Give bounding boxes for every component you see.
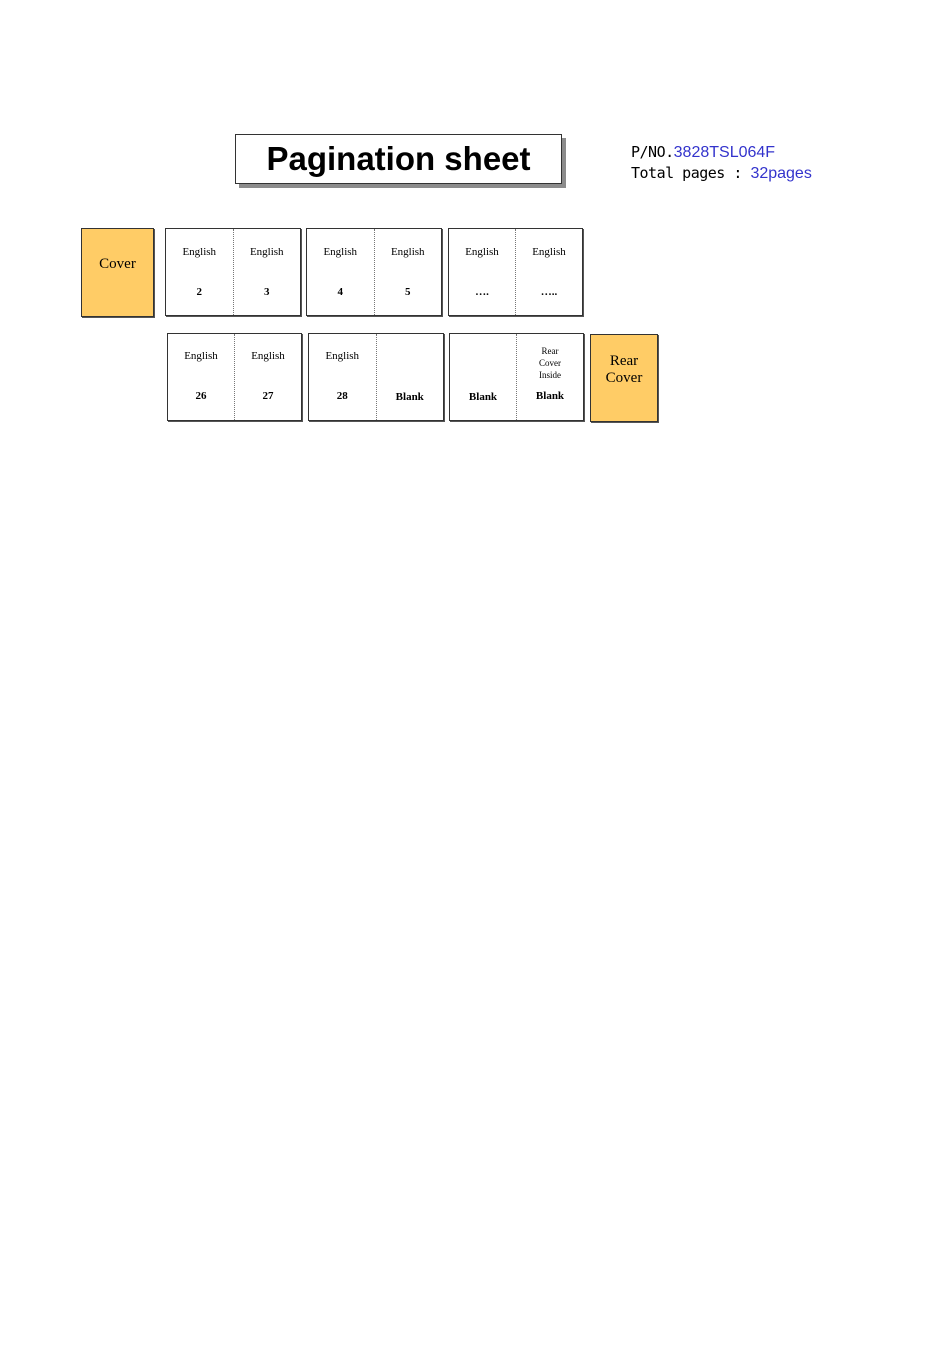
page-language: English (323, 246, 358, 258)
page-blank: Blank (450, 334, 516, 420)
page-language: English (465, 246, 499, 258)
page-language: English (249, 246, 284, 258)
document-meta: P/NO.3828TSL064F Total pages : 32pages (631, 142, 812, 184)
rear-cover: Rear Cover (590, 334, 658, 422)
page-blank: Blank (375, 334, 444, 420)
note-line: Inside (539, 370, 561, 380)
page-ellipsis-left: English …. (449, 229, 515, 315)
page-language: English (184, 350, 218, 362)
page-28: English 28 (309, 334, 376, 420)
front-cover: Cover (81, 228, 154, 317)
rear-cover-inside-label: Rear Cover Inside (517, 345, 583, 381)
spread-pages-ellipsis: English …. English ….. (448, 228, 583, 316)
page-language: English (325, 350, 360, 362)
note-line: Cover (539, 358, 561, 368)
page-language: English (251, 350, 285, 362)
page-number: 4 (337, 286, 344, 298)
page-number: Blank (535, 390, 565, 402)
page-ellipsis-right: English ….. (515, 229, 582, 315)
page-26: English 26 (168, 334, 234, 420)
page-rear-cover-inside: Rear Cover Inside Blank (516, 334, 583, 420)
spread-blank-rear-cover-inside: Blank Rear Cover Inside Blank (449, 333, 584, 421)
page-27: English 27 (234, 334, 301, 420)
note-line: Rear (541, 346, 559, 356)
page-number: 26 (195, 390, 207, 402)
page-language: English (390, 246, 425, 258)
spread-pages-2-3: English 2 English 3 (165, 228, 301, 316)
total-pages-line: Total pages : 32pages (631, 163, 812, 184)
title-box: Pagination sheet (235, 134, 562, 184)
total-pages-value: 32pages (750, 165, 812, 182)
page-number: 2 (196, 286, 203, 298)
page-number: 3 (264, 286, 270, 298)
page-number: …. (475, 286, 489, 298)
spread-pages-28-blank: English 28 Blank (308, 333, 444, 421)
page-language: English (182, 246, 217, 258)
front-cover-label: Cover (99, 256, 136, 272)
part-number-label: P/NO. (631, 143, 674, 161)
spread-pages-4-5: English 4 English 5 (306, 228, 442, 316)
page-number: 28 (336, 390, 348, 402)
total-pages-label: Total pages : (631, 164, 751, 182)
page-number: Blank (468, 391, 498, 403)
part-number-line: P/NO.3828TSL064F (631, 142, 812, 163)
spread-pages-26-27: English 26 English 27 (167, 333, 302, 421)
page-3: English 3 (232, 229, 301, 315)
page-number: ….. (540, 286, 558, 298)
page-number: Blank (395, 391, 424, 403)
page-4: English 4 (307, 229, 374, 315)
page-language: English (532, 246, 566, 258)
rear-cover-line: Rear (609, 353, 639, 369)
part-number-value: 3828TSL064F (673, 144, 776, 161)
rear-cover-line: Cover (605, 370, 643, 386)
rear-cover-label: Rear Cover (606, 353, 643, 387)
page-2: English 2 (166, 229, 233, 315)
page-title: Pagination sheet (266, 140, 531, 177)
page-5: English 5 (373, 229, 442, 315)
page-number: 5 (405, 286, 411, 298)
page-number: 27 (262, 390, 274, 402)
